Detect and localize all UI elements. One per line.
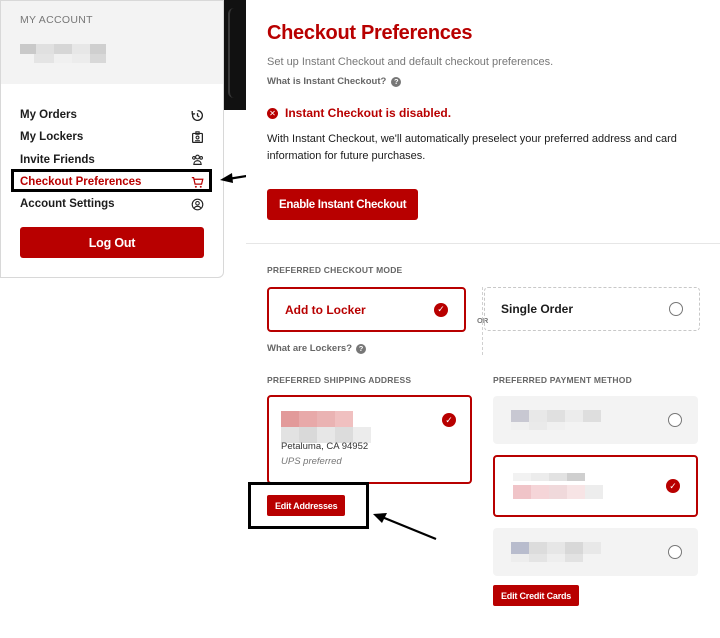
page-subtitle: Set up Instant Checkout and default chec… bbox=[267, 56, 554, 68]
payment-card-option-selected[interactable]: ✓ bbox=[493, 455, 698, 517]
account-header: MY ACCOUNT bbox=[1, 1, 223, 84]
menu-item-label: My Lockers bbox=[20, 131, 84, 144]
link-label: What are Lockers? bbox=[267, 343, 352, 354]
check-icon: ✓ bbox=[442, 413, 456, 427]
checkout-mode-label: PREFERRED CHECKOUT MODE bbox=[267, 265, 403, 275]
menu-item-my-orders[interactable]: My Orders bbox=[20, 104, 204, 126]
menu-item-account-settings[interactable]: Account Settings bbox=[20, 193, 204, 215]
locker-icon bbox=[190, 130, 204, 144]
radio-icon bbox=[668, 413, 682, 427]
mode-label: Add to Locker bbox=[285, 302, 366, 317]
checkout-mode-single-order[interactable]: Single Order bbox=[484, 287, 700, 331]
radio-icon bbox=[669, 302, 683, 316]
blurred-user-name bbox=[20, 44, 204, 54]
blurred-address-name bbox=[281, 411, 458, 427]
checkout-mode-add-to-locker[interactable]: Add to Locker ✓ bbox=[267, 287, 466, 332]
status-text: Instant Checkout is disabled. bbox=[285, 106, 452, 120]
checkout-preferences-panel: Checkout Preferences Set up Instant Chec… bbox=[246, 0, 720, 638]
account-label: MY ACCOUNT bbox=[20, 14, 93, 26]
blurred-card-info bbox=[511, 410, 601, 430]
payment-method-label: PREFERRED PAYMENT METHOD bbox=[493, 375, 632, 385]
mode-label: Single Order bbox=[501, 302, 574, 316]
page-title: Checkout Preferences bbox=[267, 22, 473, 44]
friends-icon bbox=[190, 153, 204, 167]
radio-icon bbox=[668, 545, 682, 559]
annotation-highlight-box bbox=[248, 482, 369, 529]
account-menu-card: MY ACCOUNT My Orders My Lockers Invite F… bbox=[0, 0, 224, 278]
blurred-card-info bbox=[513, 473, 603, 499]
blurred-user-detail bbox=[34, 54, 204, 63]
what-are-lockers-link[interactable]: What are Lockers? ? bbox=[267, 343, 366, 354]
check-icon: ✓ bbox=[434, 302, 448, 317]
menu-item-label: Invite Friends bbox=[20, 153, 95, 166]
link-label: What is Instant Checkout? bbox=[267, 76, 387, 87]
what-is-instant-checkout-link[interactable]: What is Instant Checkout? ? bbox=[267, 76, 699, 87]
user-circle-icon bbox=[190, 197, 204, 211]
shipping-note: UPS preferred bbox=[281, 456, 342, 467]
payment-card-option[interactable] bbox=[493, 396, 698, 444]
menu-item-invite-friends[interactable]: Invite Friends bbox=[20, 149, 204, 171]
menu-item-label: My Orders bbox=[20, 109, 77, 122]
blurred-card-info bbox=[511, 542, 601, 562]
shipping-address-label: PREFERRED SHIPPING ADDRESS bbox=[267, 375, 412, 385]
menu-item-label: Account Settings bbox=[20, 198, 115, 211]
instant-checkout-section: Checkout Preferences Set up Instant Chec… bbox=[246, 0, 720, 244]
edit-credit-cards-button[interactable]: Edit Credit Cards bbox=[493, 585, 580, 606]
instant-checkout-description: With Instant Checkout, we'll automatical… bbox=[267, 133, 677, 162]
annotation-highlight-box bbox=[11, 169, 212, 192]
menu-item-my-lockers[interactable]: My Lockers bbox=[20, 126, 204, 148]
logout-button[interactable]: Log Out bbox=[20, 227, 204, 259]
enable-instant-checkout-button[interactable]: Enable Instant Checkout bbox=[267, 189, 419, 220]
history-icon bbox=[190, 108, 204, 122]
shipping-address-card[interactable]: Petaluma, CA 94952 UPS preferred ✓ bbox=[267, 395, 472, 484]
instant-checkout-status: ✕ Instant Checkout is disabled. bbox=[267, 106, 699, 120]
help-icon: ? bbox=[391, 76, 402, 87]
close-circle-icon: ✕ bbox=[267, 107, 278, 119]
annotation-arrow-icon bbox=[373, 513, 437, 541]
payment-card-option[interactable] bbox=[493, 528, 698, 576]
help-icon: ? bbox=[356, 343, 366, 354]
check-icon: ✓ bbox=[666, 479, 680, 493]
